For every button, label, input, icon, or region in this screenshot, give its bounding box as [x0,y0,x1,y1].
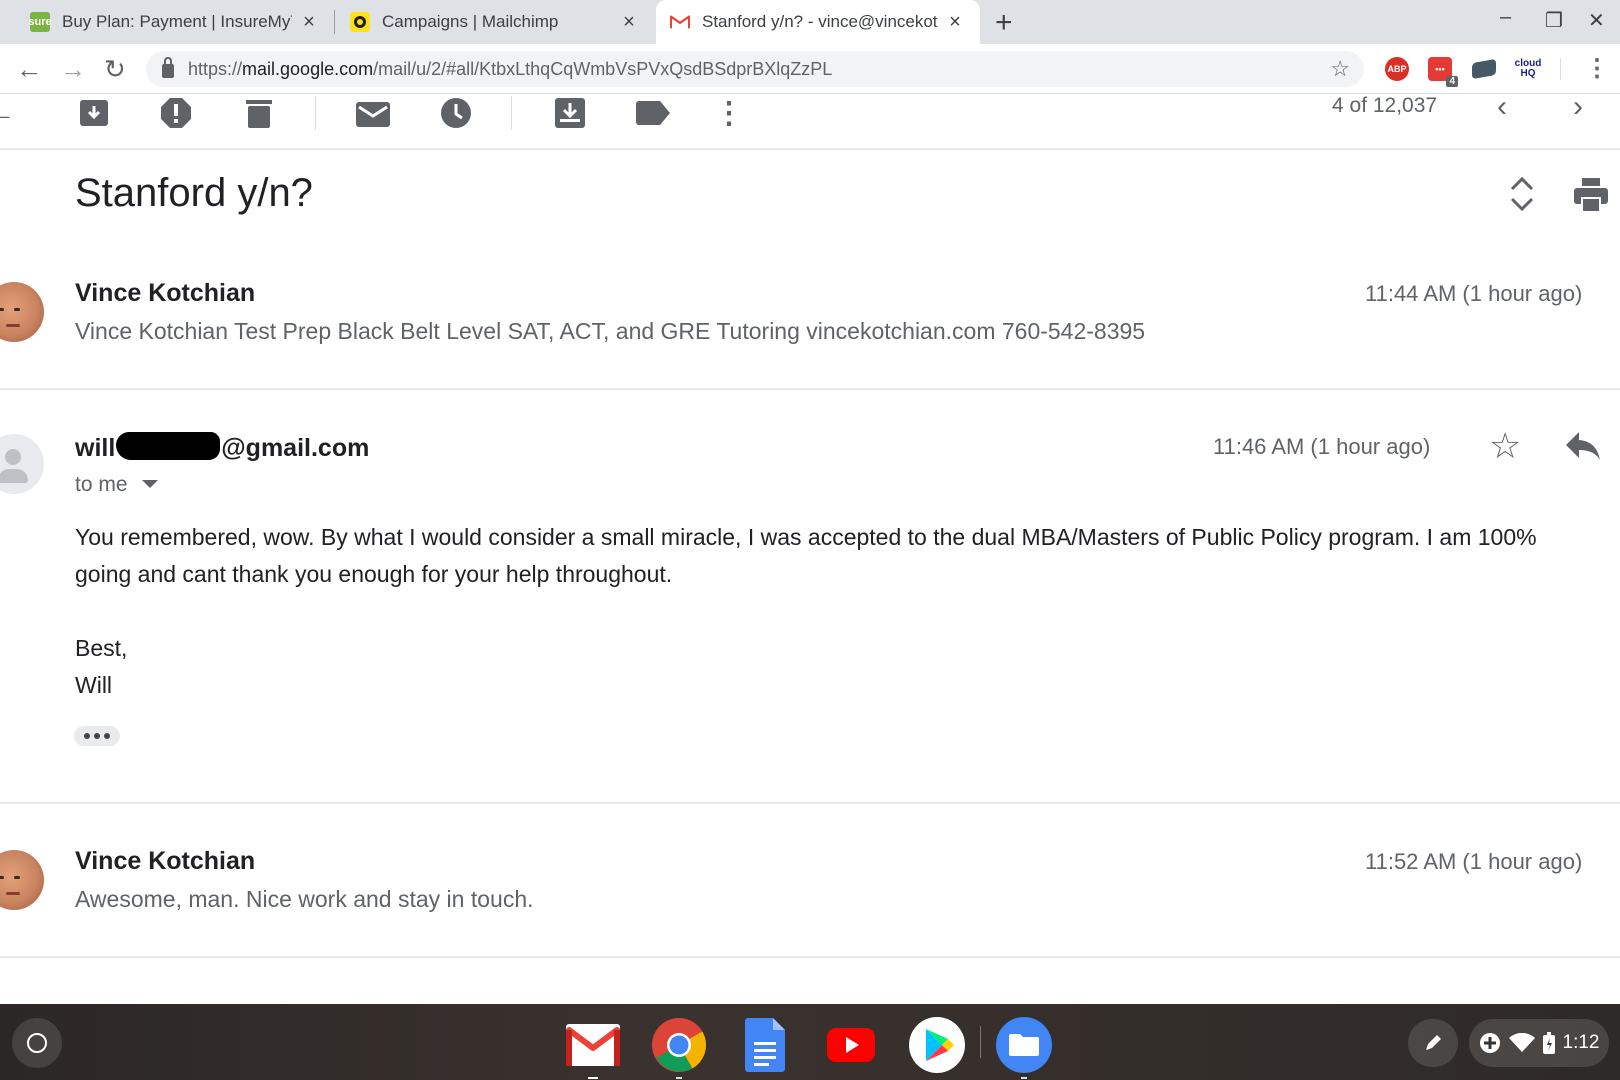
sender-avatar[interactable] [0,282,44,342]
files-icon[interactable] [996,1017,1052,1079]
extension-badge: 4 [1446,76,1458,87]
mailchimp-icon [350,12,370,32]
minimize-icon[interactable]: – [1500,6,1511,29]
snooze-icon[interactable] [439,96,473,130]
redaction-mark [116,432,221,460]
gmail-action-bar: ← ⋮ 4 of 12,037 ‹ › [0,90,1620,150]
message-divider [0,802,1620,804]
gmail-icon [670,12,690,32]
tab-title: Campaigns | Mailchimp [382,12,559,31]
toolbar-divider [315,96,316,130]
tab-gmail-stanford[interactable]: Stanford y/n? - vince@vincekotc × [656,0,980,44]
move-to-icon[interactable] [553,96,587,130]
insuremytrip-icon: sure [28,12,52,32]
tab-title: Stanford y/n? - vince@vincekotc [702,12,938,31]
chevron-down-icon[interactable] [141,480,158,488]
system-tray[interactable]: 1:12 [1469,1019,1609,1067]
tab-mailchimp[interactable]: Campaigns | Mailchimp × [336,0,654,44]
message-snippet[interactable]: Awesome, man. Nice work and stay in touc… [75,886,534,913]
message-sender[interactable]: Vince Kotchian [75,847,255,876]
message-divider [0,388,1620,390]
show-trimmed-content-button[interactable] [74,726,120,746]
message-body-line: You remembered, wow. By what I would con… [75,524,1537,550]
back-to-inbox-icon[interactable]: ← [0,96,18,130]
message-snippet[interactable]: Vince Kotchian Test Prep Black Belt Leve… [75,318,1145,345]
star-icon[interactable]: ☆ [1489,428,1521,464]
os-shelf: 1:12 [0,1004,1620,1080]
close-icon[interactable]: × [944,11,966,34]
message-signature: Will [75,672,113,698]
message-sender[interactable]: Vince Kotchian [75,279,255,308]
toolbar-divider [1560,58,1561,80]
email-subject: Stanford y/n? [75,171,313,215]
launcher-button[interactable] [12,1018,62,1068]
tab-separator [334,10,335,34]
message-body-line: going and cant thank you enough for your… [75,561,673,587]
close-icon[interactable]: × [618,11,640,34]
reload-icon[interactable]: ↻ [104,54,126,85]
youtube-icon[interactable] [823,1017,879,1073]
message-timestamp: 11:44 AM (1 hour ago) [1365,281,1583,306]
stylus-tools-button[interactable] [1408,1019,1458,1067]
url-path: /mail/u/2/#all/KtbxLthqCqWmbVsPVxQsdBSdp… [373,58,833,79]
docs-icon[interactable] [737,1017,793,1073]
reply-icon[interactable] [1563,428,1603,464]
message-timestamp: 11:52 AM (1 hour ago) [1365,849,1583,874]
sender-email-prefix: will [75,434,116,462]
browser-toolbar: ← → ↻ https://mail.google.com/mail/u/2/#… [0,44,1620,94]
newer-chevron-icon[interactable]: ‹ [1497,90,1507,124]
address-bar[interactable]: https://mail.google.com/mail/u/2/#all/Kt… [146,51,1364,87]
wifi-icon [1508,1033,1535,1052]
toolbar-divider [511,96,512,130]
clock: 1:12 [1562,1032,1600,1053]
to-line: to me [75,473,128,496]
extension-dots-icon[interactable]: ••• 4 [1428,57,1458,87]
older-chevron-icon[interactable]: › [1573,90,1583,124]
back-icon[interactable]: ← [16,54,42,85]
screen-capture-icon[interactable] [1472,58,1496,80]
label-icon[interactable] [636,96,670,130]
sender-email-suffix: @gmail.com [221,434,370,462]
add-icon [1479,1033,1500,1053]
message-counter: 4 of 12,037 [1332,94,1438,117]
launcher-icon [27,1033,47,1053]
message-divider [0,956,1620,958]
adblock-icon[interactable]: ABP [1385,57,1409,81]
sender-avatar[interactable] [0,434,44,494]
expand-all-icon[interactable] [1508,176,1536,212]
close-window-icon[interactable]: ✕ [1588,8,1605,33]
chrome-icon[interactable] [651,1017,707,1079]
message-sender[interactable]: will @gmail.com [75,432,369,463]
tab-title: Buy Plan: Payment | InsureMyTri [62,12,292,31]
message-signoff: Best, [75,635,128,661]
bookmark-star-icon[interactable]: ☆ [1330,56,1350,82]
close-icon[interactable]: × [298,11,320,34]
message-timestamp: 11:46 AM (1 hour ago) [1213,434,1431,459]
mark-unread-icon[interactable] [356,96,390,130]
recipients-toggle[interactable]: to me [75,473,158,497]
report-spam-icon[interactable] [159,96,193,130]
battery-icon [1542,1032,1555,1054]
url-host: mail.google.com [242,58,374,79]
play-store-icon[interactable] [909,1017,965,1073]
lock-icon [162,57,174,78]
more-options-icon[interactable]: ⋮ [712,96,746,130]
url-scheme: https:// [188,58,243,79]
archive-icon[interactable] [77,96,111,130]
pen-icon [1426,1035,1441,1050]
tab-strip: sure Buy Plan: Payment | InsureMyTri × C… [0,0,1620,44]
sender-avatar[interactable] [0,850,44,910]
print-icon[interactable] [1574,178,1608,213]
cloudhq-icon[interactable]: cloud HQ [1512,57,1544,81]
shelf-divider [980,1026,981,1058]
new-tab-button[interactable]: + [995,6,1013,40]
tab-insuremytrip[interactable]: sure Buy Plan: Payment | InsureMyTri × [16,0,334,44]
restore-icon[interactable]: ❐ [1545,8,1563,33]
gmail-icon[interactable] [565,1017,621,1079]
browser-menu-icon[interactable]: ⋮ [1585,54,1609,83]
delete-icon[interactable] [242,96,276,130]
forward-icon[interactable]: → [60,54,86,85]
